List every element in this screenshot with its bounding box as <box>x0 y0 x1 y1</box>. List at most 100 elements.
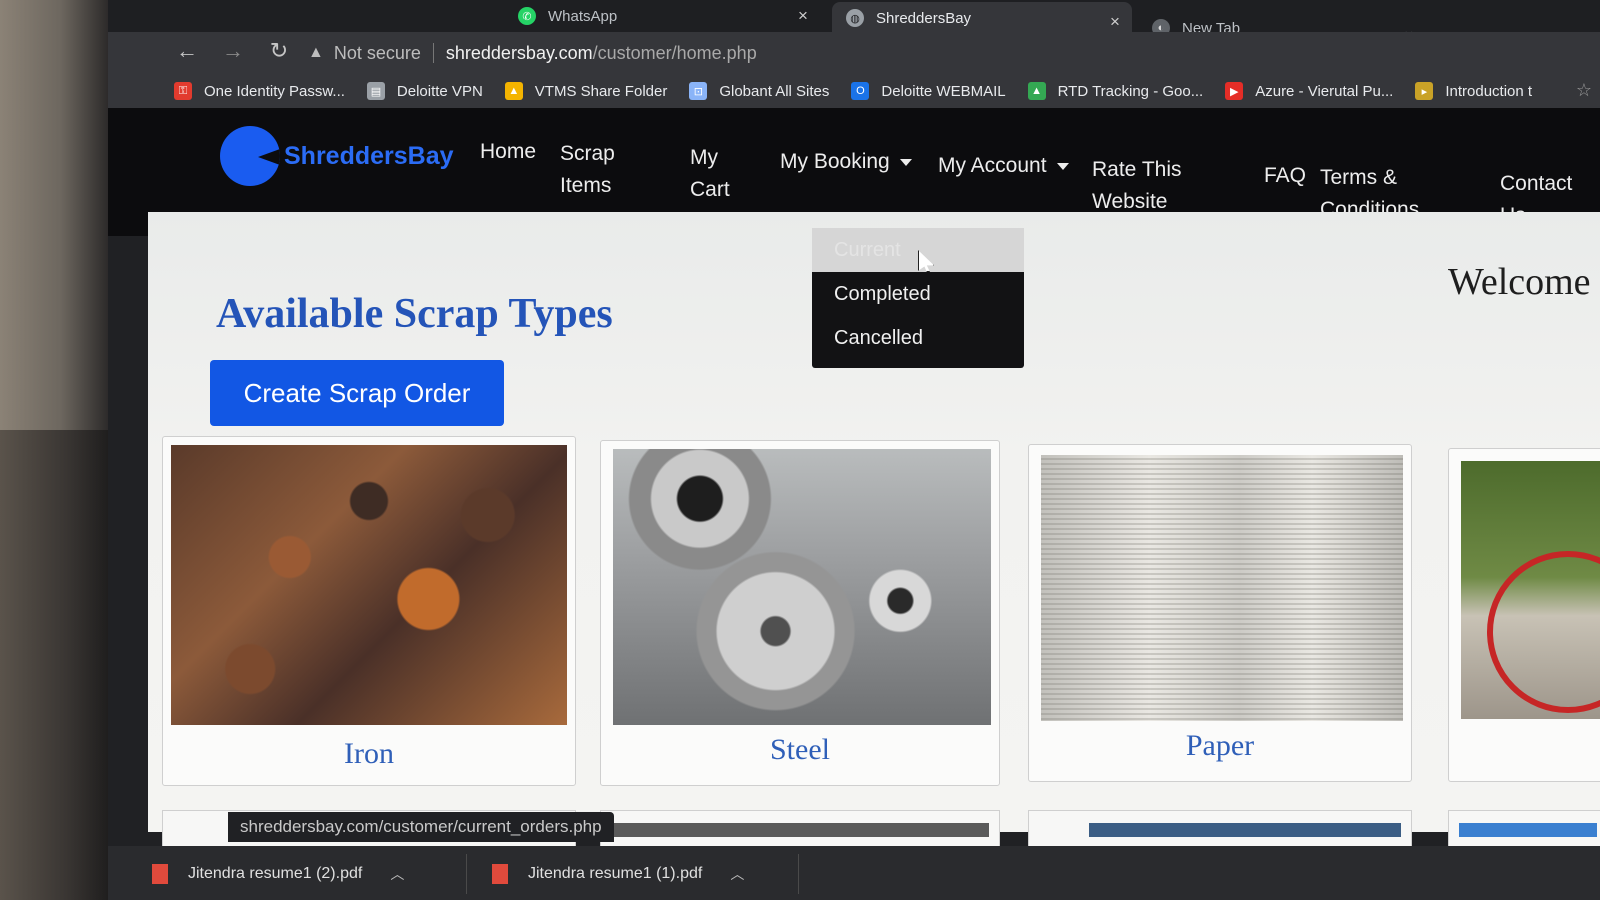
tab-close-icon[interactable]: × <box>1110 12 1120 32</box>
download-shelf: Jitendra resume1 (2).pdf ︿ Jitendra resu… <box>108 846 1600 900</box>
bookmark-introduction[interactable]: ▸ Introduction t <box>1415 82 1532 100</box>
scrap-card-row2 <box>1028 810 1412 850</box>
bookmark-icon: ▸ <box>1415 82 1434 100</box>
nav-my-booking[interactable]: My Booking <box>780 146 912 178</box>
drive-icon: ▲ <box>504 82 523 100</box>
screen-bezel <box>0 0 110 900</box>
back-button[interactable]: ← <box>172 38 202 64</box>
bookmark-globant[interactable]: ⊡ Globant All Sites <box>689 82 829 100</box>
nav-label: My Booking <box>780 150 890 173</box>
pdf-file-icon <box>492 864 508 884</box>
card-label[interactable]: Steel <box>601 733 999 767</box>
forward-button[interactable]: → <box>218 38 248 64</box>
scrap-card-row2 <box>1448 810 1600 850</box>
card-image-strip <box>1089 823 1401 837</box>
card-label[interactable]: Iron <box>163 737 575 771</box>
scrap-card-row2 <box>600 810 1000 850</box>
tab-title: ShreddersBay <box>876 9 972 27</box>
outlook-icon: O <box>851 82 870 100</box>
reload-button[interactable]: ↻ <box>264 38 294 64</box>
warning-icon[interactable]: ▲ <box>308 44 324 62</box>
create-scrap-order-button[interactable]: Create Scrap Order <box>210 360 504 426</box>
bookmark-azure[interactable]: ▶ Azure - Vierutal Pu... <box>1225 82 1393 100</box>
divider <box>466 854 467 894</box>
page-title: Available Scrap Types <box>216 291 613 337</box>
url-host: shreddersbay.com <box>445 42 593 63</box>
nav-home[interactable]: Home <box>480 136 536 168</box>
logo-mark-icon <box>220 126 280 186</box>
nav-my-cart[interactable]: My Cart <box>690 142 730 206</box>
download-item[interactable]: Jitendra resume1 (2).pdf ︿ <box>152 864 404 884</box>
browser-toolbar: ← → ↻ ▲ Not secure shreddersbay.com /cus… <box>108 32 1600 74</box>
steel-image[interactable] <box>613 449 991 725</box>
nav-label: My <box>690 146 718 169</box>
nav-rate-website[interactable]: Rate This Website <box>1092 154 1182 218</box>
bookmark-label: Azure - Vierutal Pu... <box>1255 82 1394 100</box>
scrap-card-paper[interactable]: Paper <box>1028 444 1412 782</box>
bookmark-label: RTD Tracking - Goo... <box>1057 82 1204 100</box>
security-label[interactable]: Not secure <box>334 43 421 64</box>
scrap-card-partial[interactable] <box>1448 448 1600 782</box>
caret-down-icon <box>899 158 912 166</box>
welcome-text: Welcome N <box>1448 261 1600 303</box>
nav-label: Terms & <box>1320 166 1398 189</box>
tab-strip: ✆ WhatsApp × ◍ ShreddersBay × ◐ New Tab … <box>108 0 1600 53</box>
caret-down-icon <box>1056 162 1069 170</box>
divider <box>798 854 799 894</box>
dropdown-item-completed[interactable]: Completed <box>812 272 1024 316</box>
paper-image[interactable] <box>1041 455 1403 721</box>
nav-label: My Account <box>938 154 1047 177</box>
drive-icon: ▲ <box>1027 82 1046 100</box>
nav-scrap-items[interactable]: Scrap Items <box>560 138 615 202</box>
bookmark-one-identity[interactable]: ⚿ One Identity Passw... <box>174 82 345 100</box>
bicycle-image[interactable] <box>1461 461 1600 719</box>
divider <box>432 43 434 63</box>
download-filename: Jitendra resume1 (1).pdf <box>528 865 703 882</box>
scrap-card-iron[interactable]: Iron <box>162 436 576 786</box>
bookmark-rtd-tracking[interactable]: ▲ RTD Tracking - Goo... <box>1027 82 1204 100</box>
page-content: Available Scrap Types Welcome N Create S… <box>148 212 1600 850</box>
key-icon: ⚿ <box>174 82 192 100</box>
bookmark-label: One Identity Passw... <box>204 82 345 100</box>
nav-label: Cart <box>690 178 730 201</box>
dropdown-item-cancelled[interactable]: Cancelled <box>812 316 1024 360</box>
nav-faq[interactable]: FAQ <box>1264 160 1306 192</box>
lock-icon: ⊡ <box>689 82 708 100</box>
doc-icon: ▤ <box>366 82 385 100</box>
bookmark-label: Globant All Sites <box>719 82 830 100</box>
iron-image[interactable] <box>171 445 567 725</box>
tab-whatsapp[interactable]: ✆ WhatsApp <box>518 0 818 32</box>
scrap-card-steel[interactable]: Steel <box>600 440 1000 786</box>
bookmarks-bar: ⚿ One Identity Passw... ▤ Deloitte VPN ▲… <box>108 74 1600 108</box>
globe-icon: ◍ <box>846 9 864 27</box>
card-label[interactable]: Paper <box>1029 729 1411 763</box>
bookmark-deloitte-vpn[interactable]: ▤ Deloitte VPN <box>366 82 483 100</box>
whatsapp-icon: ✆ <box>518 7 536 25</box>
chevron-up-icon[interactable]: ︿ <box>390 864 404 884</box>
address-bar[interactable]: ▲ Not secure shreddersbay.com /customer/… <box>308 36 1548 70</box>
bookmark-label: VTMS Share Folder <box>534 82 668 100</box>
card-image-strip <box>611 823 989 837</box>
download-item[interactable]: Jitendra resume1 (1).pdf ︿ <box>492 864 744 884</box>
bookmark-label: Deloitte WEBMAIL <box>881 82 1006 100</box>
browser-window: ✆ WhatsApp × ◍ ShreddersBay × ◐ New Tab … <box>108 0 1600 900</box>
youtube-icon: ▶ <box>1225 82 1244 100</box>
nav-label: Items <box>560 174 612 197</box>
nav-label: Contact <box>1500 172 1573 195</box>
site-logo[interactable]: ShreddersBay <box>220 126 454 186</box>
bookmark-star-icon[interactable]: ☆ <box>1576 80 1592 101</box>
chevron-up-icon[interactable]: ︿ <box>730 864 744 884</box>
bookmark-label: Introduction t <box>1445 82 1533 100</box>
bookmark-deloitte-webmail[interactable]: O Deloitte WEBMAIL <box>851 82 1006 100</box>
nav-my-account[interactable]: My Account <box>938 150 1069 182</box>
nav-label: Rate This <box>1092 158 1182 181</box>
tab-title: WhatsApp <box>548 7 618 25</box>
download-filename: Jitendra resume1 (2).pdf <box>188 865 363 882</box>
tab-shreddersbay[interactable]: ◍ ShreddersBay <box>832 2 1132 34</box>
status-url-bubble: shreddersbay.com/customer/current_orders… <box>228 812 614 842</box>
url-path: /customer/home.php <box>592 42 757 63</box>
nav-label: Scrap <box>560 142 615 165</box>
bookmark-label: Deloitte VPN <box>396 82 483 100</box>
bookmark-vtms-share[interactable]: ▲ VTMS Share Folder <box>504 82 668 100</box>
tab-close-icon[interactable]: × <box>798 6 808 26</box>
